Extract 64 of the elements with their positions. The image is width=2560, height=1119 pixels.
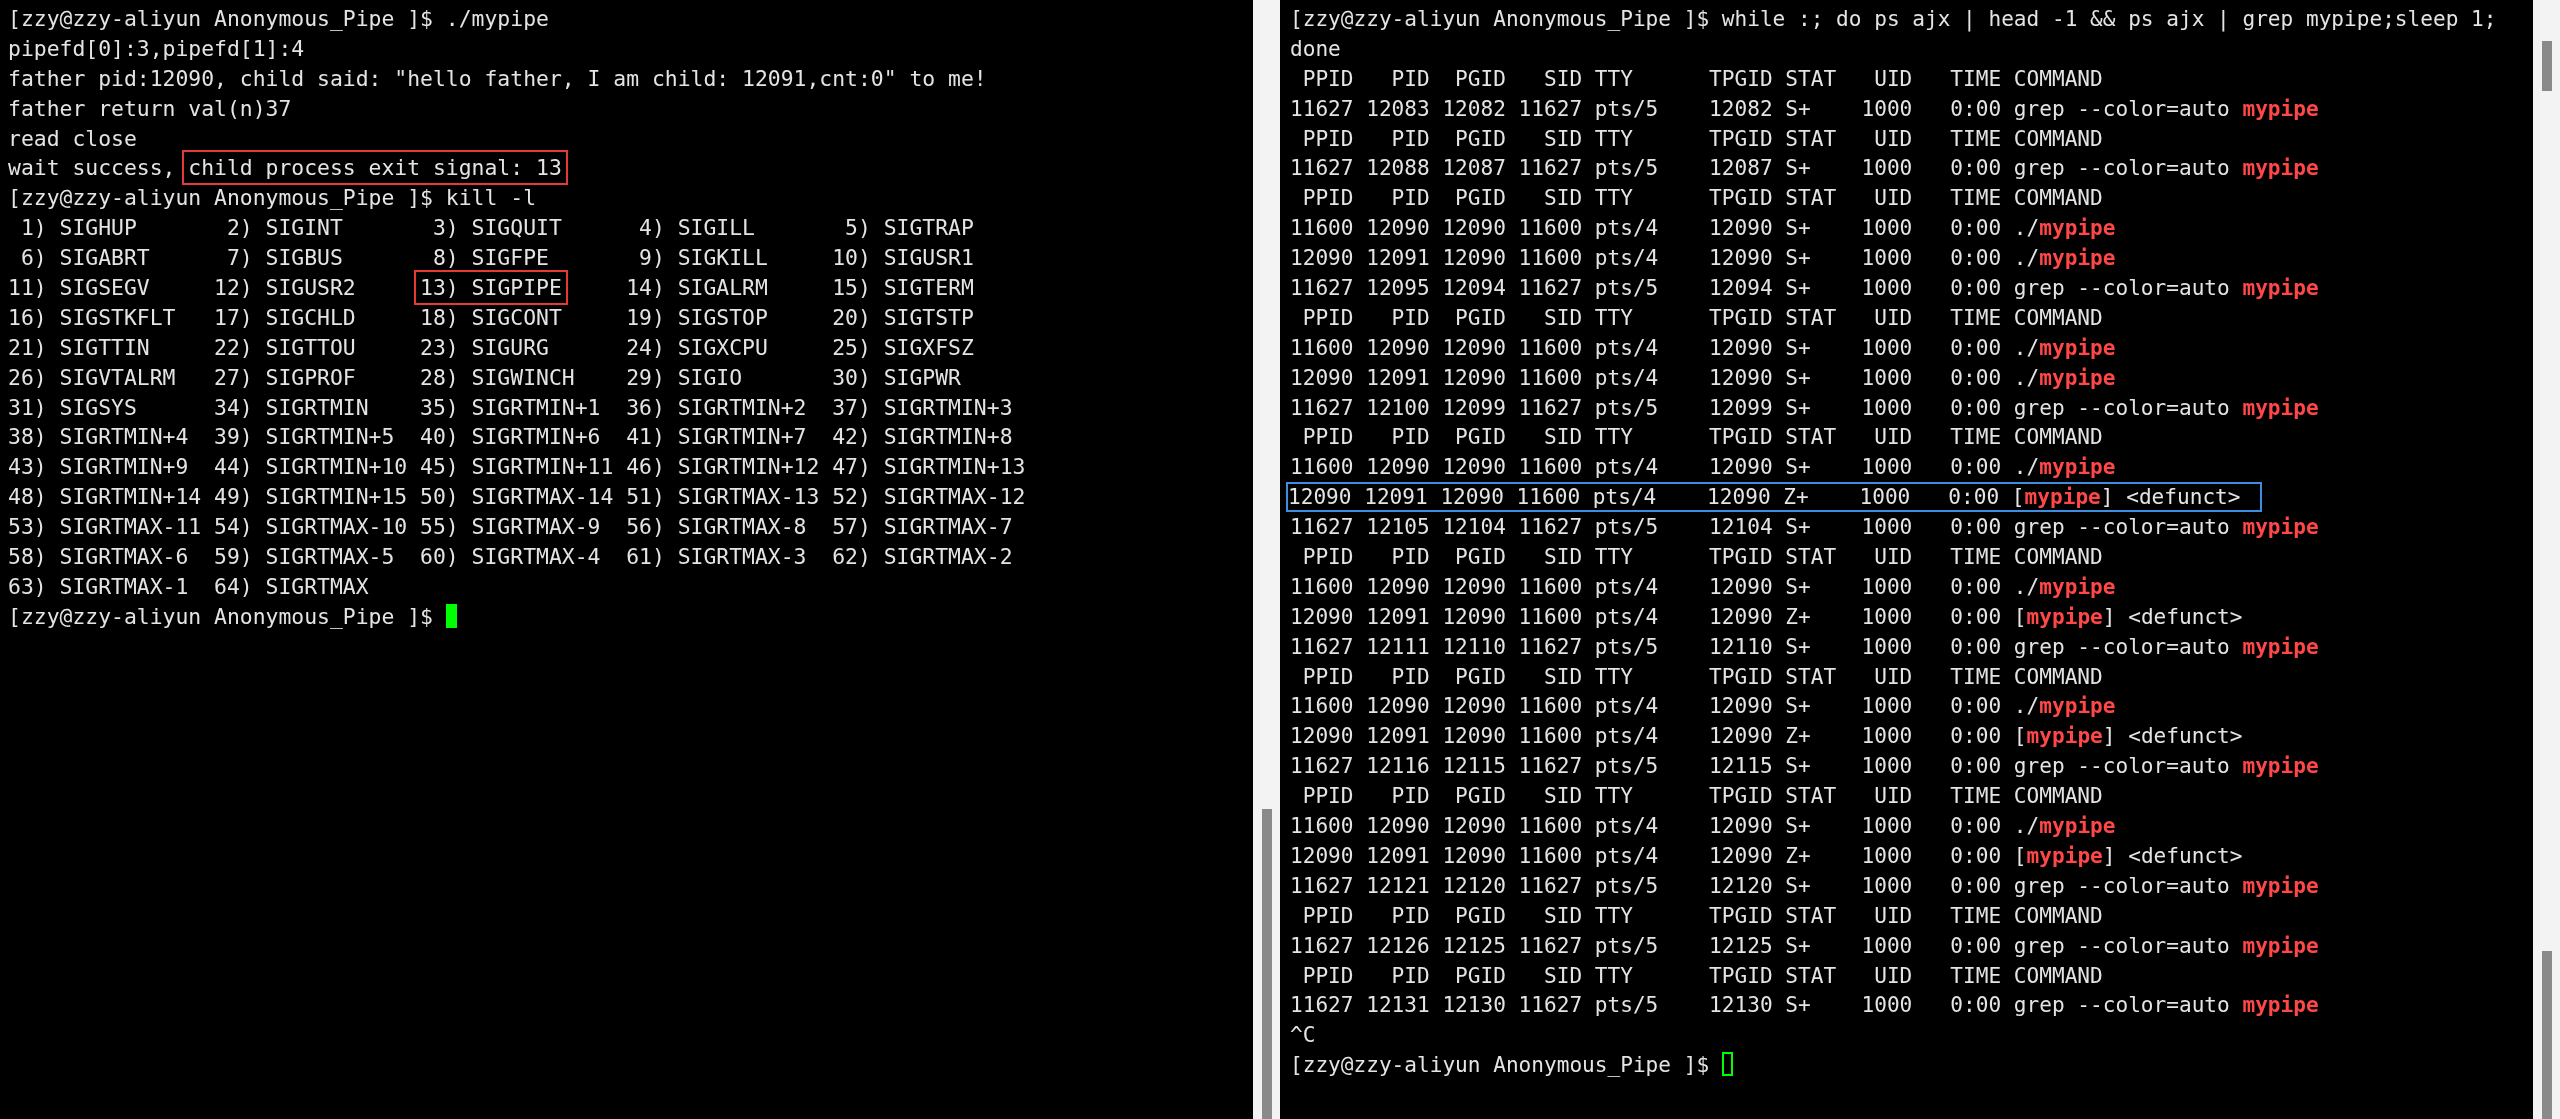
terminal-line: 11600 12090 12090 11600 pts/4 12090 S+ 1000 0:00 ./mypipe	[1290, 693, 2116, 719]
scrollbar-thumb[interactable]	[1261, 809, 1272, 1119]
terminal-line: 11627 12126 12125 11627 pts/5 12125 S+ 1000 0:00 grep --color=auto mypipe	[1290, 932, 2319, 958]
terminal-line: 11627 12088 12087 11627 pts/5 12087 S+ 1000 0:00 grep --color=auto mypipe	[1290, 155, 2319, 181]
terminal-line: 38) SIGRTMIN+4 39) SIGRTMIN+5 40) SIGRTMIN+6 41) SIGRTMIN+7 42) SIGRTMIN+8	[8, 424, 1013, 450]
terminal-text: wait success,	[8, 155, 177, 181]
terminal-line: 12090 12091 12090 11600 pts/4 12090 Z+ 1000 0:00 [mypipe] <defunct>	[1290, 723, 2243, 749]
terminal-line: 11627 12131 12130 11627 pts/5 12130 S+ 1000 0:00 grep --color=auto mypipe	[1290, 992, 2319, 1018]
terminal-line: 11600 12090 12090 11600 pts/4 12090 S+ 1000 0:00 ./mypipe	[1290, 215, 2116, 241]
terminal-line: done	[1290, 35, 1341, 61]
terminal-line: PPID PID PGID SID TTY TPGID STAT UID TIME COMMAND	[1301, 663, 2103, 689]
terminal-line: PPID PID PGID SID TTY TPGID STAT UID TIME COMMAND	[1301, 304, 2103, 330]
terminal-line: PPID PID PGID SID TTY TPGID STAT UID TIME COMMAND	[1301, 783, 2103, 809]
terminal-line: 12090 12091 12090 11600 pts/4 12090 Z+ 1000 0:00 [mypipe] <defunct>	[1290, 603, 2243, 629]
terminal-line: 11627 12105 12104 11627 pts/5 12104 S+ 1000 0:00 grep --color=auto mypipe	[1290, 514, 2319, 540]
terminal-line: 12090 12091 12090 11600 pts/4 12090 S+ 1000 0:00 ./mypipe	[1290, 364, 2116, 390]
terminal-line: 11627 12111 12110 11627 pts/5 12110 S+ 1000 0:00 grep --color=auto mypipe	[1290, 633, 2319, 659]
terminal-text: 14) SIGALRM 15) SIGTERM	[625, 275, 974, 300]
terminal-line: PPID PID PGID SID TTY TPGID STAT UID TIME COMMAND	[1301, 902, 2103, 928]
highlighted-text: child process exit signal: 13	[182, 150, 568, 186]
terminal-line: 11600 12090 12090 11600 pts/4 12090 S+ 1000 0:00 ./mypipe	[1290, 334, 2116, 360]
highlighted-text: 13) SIGPIPE	[414, 270, 568, 305]
terminal-text: [zzy@zzy-aliyun Anonymous_Pipe ]$	[1290, 1052, 1711, 1078]
terminal-line: read close	[8, 125, 137, 151]
scrollbar-thumb[interactable]	[2541, 41, 2552, 91]
terminal-line: ^C	[1290, 1022, 1316, 1048]
terminal-line: 11627 12100 12099 11627 pts/5 12099 S+ 1000 0:00 grep --color=auto mypipe	[1290, 394, 2319, 420]
terminal-line: 26) SIGVTALRM 27) SIGPROF 28) SIGWINCH 29) SIGIO 30) SIGPWR	[8, 364, 961, 390]
terminal-line: pipefd[0]:3,pipefd[1]:4	[8, 35, 305, 61]
terminal-line: 11627 12121 12120 11627 pts/5 12120 S+ 1000 0:00 grep --color=auto mypipe	[1290, 872, 2319, 898]
terminal-line: 1) SIGHUP 2) SIGINT 3) SIGQUIT 4) SIGILL 5) SIGTRAP	[19, 215, 974, 241]
terminal-line: [zzy@zzy-aliyun Anonymous_Pipe ]$ while :; do ps ajx | head -1 && ps ajx | grep mypipe;sleep 1;	[1290, 6, 2497, 31]
terminal-line: 21) SIGTTIN 22) SIGTTOU 23) SIGURG 24) SIGXCPU 25) SIGXFSZ	[8, 334, 974, 360]
terminal-line: 6) SIGABRT 7) SIGBUS 8) SIGFPE 9) SIGKILL 10) SIGUSR1	[19, 245, 974, 271]
scrollbar[interactable]	[2533, 0, 2560, 1119]
terminal-line: 11627 12095 12094 11627 pts/5 12094 S+ 1000 0:00 grep --color=auto mypipe	[1290, 275, 2319, 300]
terminal-line: 43) SIGRTMIN+9 44) SIGRTMIN+10 45) SIGRTMIN+11 46) SIGRTMIN+12 47) SIGRTMIN+13	[8, 454, 1026, 480]
terminal-text: 11) SIGSEGV 12) SIGUSR2	[8, 275, 357, 300]
terminal-line: PPID PID PGID SID TTY TPGID STAT UID TIME COMMAND	[1301, 185, 2103, 211]
terminal-line: 58) SIGRTMAX-6 59) SIGRTMAX-5 60) SIGRTMAX-4 61) SIGRTMAX-3 62) SIGRTMAX-2	[8, 544, 1013, 570]
scrollbar[interactable]	[1253, 0, 1280, 1119]
terminal-line: 12090 12091 12090 11600 pts/4 12090 Z+ 1000 0:00 [mypipe] <defunct>	[1290, 842, 2243, 868]
terminal-line: 11600 12090 12090 11600 pts/4 12090 S+ 1000 0:00 ./mypipe	[1290, 813, 2116, 839]
terminal-line: 11627 12116 12115 11627 pts/5 12115 S+ 1000 0:00 grep --color=auto mypipe	[1290, 753, 2319, 779]
terminal-line: 16) SIGSTKFLT 17) SIGCHLD 18) SIGCONT 19) SIGSTOP 20) SIGTSTP	[8, 304, 974, 330]
terminal-line: father return val(n)37	[8, 95, 292, 121]
terminal-line: 48) SIGRTMIN+14 49) SIGRTMIN+15 50) SIGRTMAX-14 51) SIGRTMAX-13 52) SIGRTMAX-12	[8, 484, 1026, 510]
terminal-line: [zzy@zzy-aliyun Anonymous_Pipe ]$ kill -l	[8, 185, 536, 211]
terminal-line: PPID PID PGID SID TTY TPGID STAT UID TIME COMMAND	[1301, 544, 2103, 570]
terminal-line: 12090 12091 12090 11600 pts/4 12090 S+ 1000 0:00 ./mypipe	[1290, 245, 2116, 271]
terminal-line: 63) SIGRTMAX-1 64) SIGRTMAX	[8, 573, 369, 599]
terminal-line: 53) SIGRTMAX-11 54) SIGRTMAX-10 55) SIGRTMAX-9 56) SIGRTMAX-8 57) SIGRTMAX-7	[8, 514, 1013, 540]
terminal-text: [zzy@zzy-aliyun Anonymous_Pipe ]$	[8, 603, 434, 629]
terminal-line: 11627 12083 12082 11627 pts/5 12082 S+ 1000 0:00 grep --color=auto mypipe	[1290, 95, 2319, 121]
terminal-line: PPID PID PGID SID TTY TPGID STAT UID TIME COMMAND	[1301, 125, 2103, 151]
terminal-line: father pid:12090, child said: "hello father, I am child: 12091,cnt:0" to me!	[8, 65, 987, 91]
terminal-line: [zzy@zzy-aliyun Anonymous_Pipe ]$ ./mypipe	[8, 6, 549, 31]
terminal-line: 11600 12090 12090 11600 pts/4 12090 S+ 1000 0:00 ./mypipe	[1290, 573, 2116, 599]
terminal-line: PPID PID PGID SID TTY TPGID STAT UID TIME COMMAND	[1301, 424, 2103, 450]
terminal-line: PPID PID PGID SID TTY TPGID STAT UID TIME COMMAND	[1301, 962, 2103, 988]
terminal-line: 31) SIGSYS 34) SIGRTMIN 35) SIGRTMIN+1 36) SIGRTMIN+2 37) SIGRTMIN+3	[8, 394, 1013, 420]
scrollbar-thumb[interactable]	[2541, 951, 2552, 1119]
terminal-line: 11600 12090 12090 11600 pts/4 12090 S+ 1000 0:00 ./mypipe	[1290, 454, 2116, 480]
terminal-line: PPID PID PGID SID TTY TPGID STAT UID TIME COMMAND	[1301, 65, 2103, 91]
